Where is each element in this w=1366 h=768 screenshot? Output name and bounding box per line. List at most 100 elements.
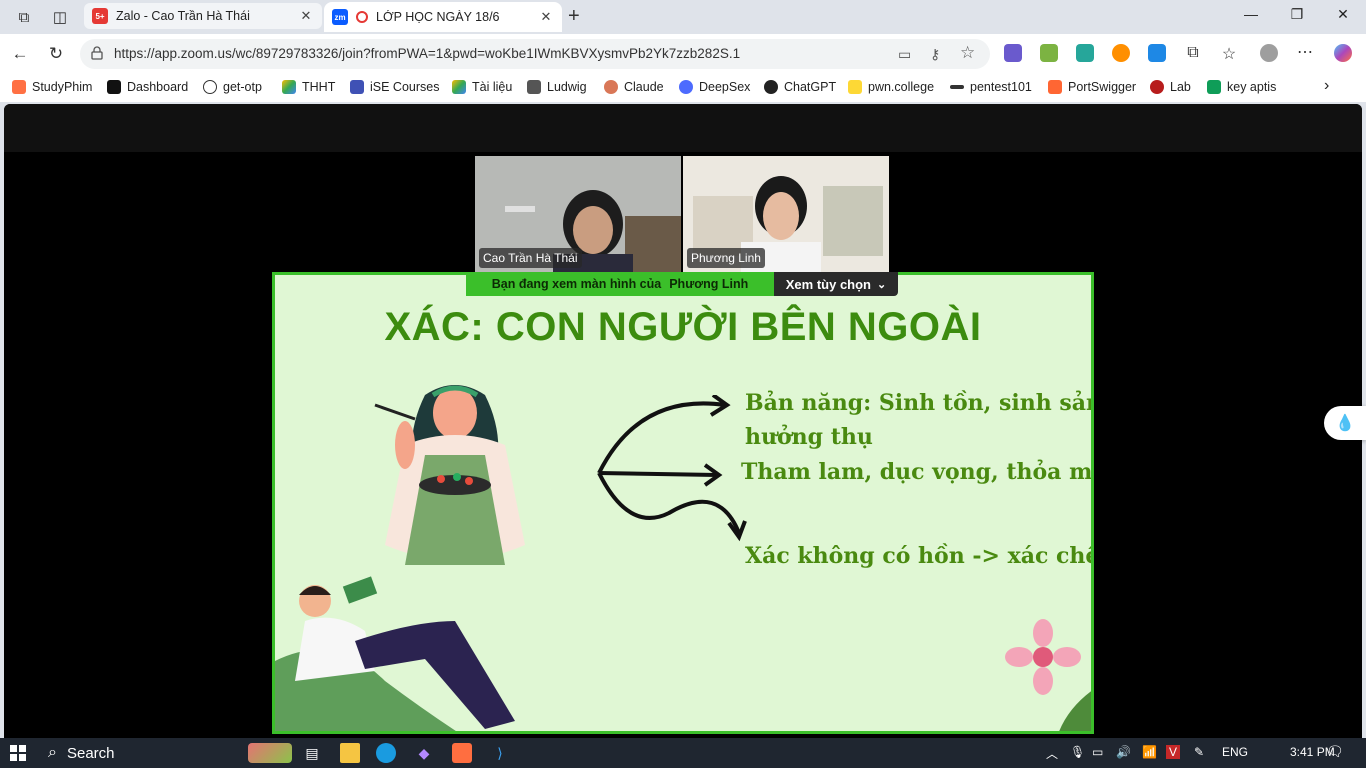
claude-icon [604, 80, 618, 94]
sidebar-assistant-icon[interactable]: 💧 [1324, 406, 1366, 440]
view-options-label: Xem tùy chọn [785, 276, 872, 292]
windows-taskbar: ⌕ Search ▤ ◆ ⟩ ︿ 🎙 ▭ 🔊 📶 V ✎ ENG 3:41 PM… [0, 738, 1366, 768]
tab-label: LỚP HỌC NGÀY 18/6 [376, 10, 500, 24]
participant-name: Cao Trần Hà Thái [479, 248, 582, 268]
copilot-icon[interactable] [1334, 44, 1352, 62]
show-hidden-icons-chevron-icon[interactable]: ︿ [1046, 745, 1058, 762]
workspaces-icon[interactable]: ⧉ [10, 4, 38, 30]
new-tab-icon[interactable]: + [568, 5, 580, 28]
antivirus-icon[interactable]: V [1166, 745, 1181, 759]
edge-browser-icon[interactable] [376, 743, 396, 763]
bookmark-deepsex[interactable]: DeepSex [679, 80, 750, 94]
file-explorer-icon[interactable] [340, 743, 360, 763]
vscode-icon[interactable]: ⟩ [490, 743, 510, 763]
extension-burger-icon[interactable] [1112, 44, 1130, 62]
close-window-icon[interactable]: ✕ [1320, 6, 1366, 23]
flower-decoration [1005, 619, 1091, 731]
search-highlight-icon[interactable] [248, 743, 292, 763]
extension-code-icon[interactable] [1076, 44, 1094, 62]
tab-label: Zalo - Cao Trần Hà Thái [116, 9, 250, 23]
portswigger-icon [1048, 80, 1062, 94]
close-tab-icon[interactable]: ✕ [298, 8, 314, 24]
pwn-college-icon [848, 80, 862, 94]
language-indicator[interactable]: ENG [1222, 745, 1248, 759]
participant-name: Phương Linh [687, 248, 765, 268]
bookmark-portswigger[interactable]: PortSwigger [1048, 80, 1136, 94]
bookmark-dashboard[interactable]: Dashboard [107, 80, 188, 94]
task-view-icon[interactable]: ▤ [302, 743, 322, 763]
extension-grid-icon[interactable] [1004, 44, 1022, 62]
notifications-icon[interactable]: 🗨 [1326, 743, 1344, 760]
deepseek-icon [679, 80, 693, 94]
lab-icon [1150, 80, 1164, 94]
favorites-icon[interactable]: ☆ [1220, 44, 1238, 63]
zoom-meeting-view: Cao Trần Hà Thái Phương Linh XÁC: CON NG… [4, 104, 1362, 738]
search-icon: ⌕ [48, 744, 57, 761]
shared-screen-slide: XÁC: CON NGƯỜI BÊN NGOÀI Bản năng: Sinh … [272, 272, 1094, 734]
woman-eating-illustration [374, 385, 525, 565]
dashboard-icon [107, 80, 121, 94]
bookmark-key-aptis[interactable]: key aptis [1207, 80, 1276, 94]
bookmark-pentest101[interactable]: pentest101 [950, 80, 1032, 94]
browser-toolbar: ← ↻ https://app.zoom.us/wc/89729783326/j… [0, 34, 1366, 74]
site-info-icon[interactable] [90, 46, 104, 60]
extension-plant-icon[interactable] [1040, 44, 1058, 62]
bookmark-thht[interactable]: THHT [282, 80, 335, 94]
slide-line: Xác không có hồn -> xác chết [745, 543, 1094, 569]
app-orange-icon[interactable] [452, 743, 472, 763]
wifi-icon[interactable]: 📶 [1142, 745, 1157, 759]
extensions-puzzle-icon[interactable]: ⧉ [1184, 44, 1202, 62]
bookmark-ise-courses[interactable]: iSE Courses [350, 80, 439, 94]
screen-share-banner: Bạn đang xem màn hình của Phương Linh [466, 272, 774, 296]
share-banner-text: Bạn đang xem màn hình của [491, 277, 662, 291]
pen-icon[interactable]: ✎ [1194, 745, 1204, 759]
presenter-name: Phương Linh [669, 277, 749, 291]
minimize-icon[interactable]: — [1228, 6, 1274, 22]
participant-video-tile[interactable]: Phương Linh [683, 156, 889, 272]
bookmark-studyphim[interactable]: StudyPhim [12, 80, 92, 94]
ludwig-icon [527, 80, 541, 94]
tab-actions-icon[interactable]: ◫ [46, 4, 74, 30]
battery-icon[interactable]: ▭ [1092, 745, 1103, 759]
windows-start-icon[interactable] [8, 743, 28, 763]
bookmark-lab[interactable]: Lab [1150, 80, 1191, 94]
profile-avatar[interactable] [1260, 44, 1278, 62]
refresh-icon[interactable]: ↻ [44, 43, 68, 65]
url-text[interactable]: https://app.zoom.us/wc/89729783326/join?… [114, 46, 740, 61]
microphone-icon[interactable]: 🎙 [1070, 745, 1085, 759]
extension-drop-icon[interactable] [1148, 44, 1166, 62]
participant-video-tile[interactable]: Cao Trần Hà Thái [475, 156, 681, 272]
sheets-icon [1207, 80, 1221, 94]
volume-icon[interactable]: 🔊 [1116, 745, 1131, 759]
camera-icon[interactable]: ▭ [898, 46, 911, 63]
bookmark-get-otp[interactable]: get-otp [203, 80, 262, 94]
favorite-star-icon[interactable]: ☆ [960, 43, 975, 63]
close-tab-icon[interactable]: ✕ [538, 9, 554, 25]
tab-zalo[interactable]: 5+ Zalo - Cao Trần Hà Thái ✕ [84, 3, 322, 29]
play-icon [12, 80, 26, 94]
zoom-favicon-icon: zm [332, 9, 348, 25]
recording-icon [356, 11, 368, 23]
bookmark-ludwig[interactable]: Ludwig [527, 80, 587, 94]
drive-icon [452, 80, 466, 94]
bookmark-chatgpt[interactable]: ChatGPT [764, 80, 836, 94]
chevron-down-icon: ⌄ [877, 278, 887, 291]
pentest-icon [950, 85, 964, 89]
bookmarks-bar: StudyPhim Dashboard get-otp THHT iSE Cou… [0, 74, 1366, 102]
bookmark-pwn-college[interactable]: pwn.college [848, 80, 934, 94]
bookmarks-more-chevron-icon[interactable]: › [1324, 77, 1329, 95]
slide-line: Tham lam, dục vọng, thỏa mãn X [741, 459, 1093, 485]
restore-icon[interactable]: ❐ [1274, 6, 1320, 23]
man-with-money-illustration [275, 576, 515, 731]
view-options-button[interactable]: Xem tùy chọn ⌄ [774, 272, 898, 296]
tab-zoom-class[interactable]: zm LỚP HỌC NGÀY 18/6 ✕ [324, 2, 562, 32]
document-icon [350, 80, 364, 94]
bookmark-tai-lieu[interactable]: Tài liệu [452, 80, 512, 94]
address-bar[interactable]: https://app.zoom.us/wc/89729783326/join?… [80, 39, 990, 69]
obsidian-icon[interactable]: ◆ [414, 743, 434, 763]
key-icon[interactable]: ⚷ [930, 46, 940, 63]
search-label: Search [66, 744, 115, 762]
more-menu-icon[interactable]: ⋯ [1296, 42, 1314, 61]
back-icon[interactable]: ← [8, 43, 32, 65]
bookmark-claude[interactable]: Claude [604, 80, 664, 94]
